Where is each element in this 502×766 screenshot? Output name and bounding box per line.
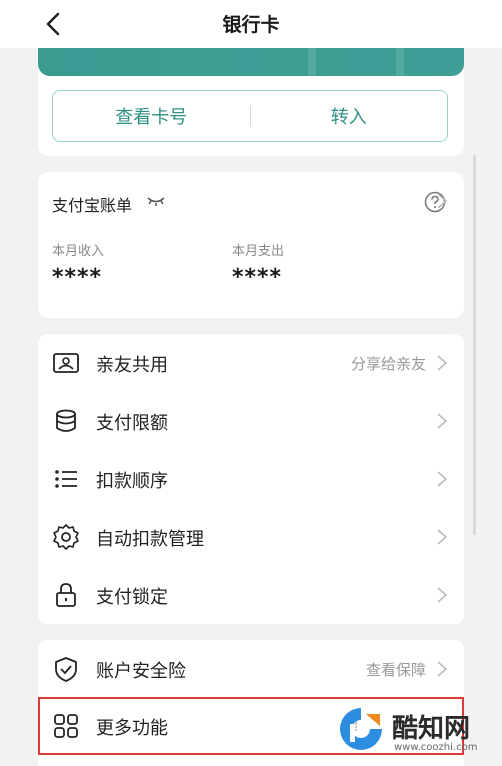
database-icon bbox=[56, 409, 76, 432]
menu-label: 支付锁定 bbox=[96, 587, 168, 608]
bill-title: 支付宝账单 bbox=[52, 196, 133, 215]
settings-group-1: 亲友共用 分享给亲友 支付限额 扣款顺序 自动扣款管理 支付锁定 bbox=[38, 334, 464, 624]
income-value: **** bbox=[52, 265, 103, 290]
menu-label: 亲友共用 bbox=[96, 355, 168, 376]
menu-label: 自动扣款管理 bbox=[96, 529, 204, 550]
watermark-brand: 酷知网 bbox=[392, 714, 471, 744]
transfer-in-button[interactable]: 转入 bbox=[251, 103, 448, 129]
chevron-right-icon bbox=[437, 193, 448, 209]
chevron-right-icon bbox=[437, 413, 448, 429]
card-action-box: 查看卡号 转入 bbox=[52, 90, 448, 142]
lock-icon bbox=[56, 583, 76, 607]
grid-icon bbox=[54, 714, 78, 738]
bank-card-strip bbox=[38, 48, 464, 76]
scrollbar[interactable] bbox=[473, 155, 476, 535]
menu-label: 账户安全险 bbox=[96, 661, 186, 682]
menu-item-auto-deduction[interactable]: 自动扣款管理 bbox=[38, 508, 464, 566]
id-card-icon bbox=[53, 353, 79, 373]
menu-item-family-share[interactable]: 亲友共用 分享给亲友 bbox=[38, 334, 464, 392]
chevron-right-icon bbox=[437, 587, 448, 603]
top-bar: 银行卡 bbox=[0, 0, 502, 48]
gear-icon bbox=[53, 524, 79, 550]
list-icon bbox=[55, 470, 77, 488]
eye-closed-icon[interactable] bbox=[146, 194, 166, 208]
alipay-bill-card[interactable]: 支付宝账单 本月收入 **** 本月支出 **** bbox=[38, 172, 464, 318]
menu-item-deduction-order[interactable]: 扣款顺序 bbox=[38, 450, 464, 508]
shield-icon bbox=[55, 657, 77, 682]
menu-hint: 分享给亲友 bbox=[350, 355, 426, 373]
menu-item-account-insurance[interactable]: 账户安全险 查看保障 bbox=[38, 640, 464, 698]
menu-label: 扣款顺序 bbox=[96, 471, 168, 492]
bank-card-panel: 查看卡号 转入 bbox=[38, 48, 464, 156]
menu-item-payment-lock[interactable]: 支付锁定 bbox=[38, 566, 464, 624]
expense-value: **** bbox=[232, 265, 283, 290]
view-card-number-button[interactable]: 查看卡号 bbox=[53, 103, 250, 129]
watermark-url: www.coozhi.com bbox=[394, 742, 478, 753]
watermark: 酷知网 www.coozhi.com bbox=[336, 694, 496, 760]
chevron-right-icon bbox=[437, 529, 448, 545]
menu-label: 更多功能 bbox=[96, 718, 168, 739]
menu-item-payment-limit[interactable]: 支付限额 bbox=[38, 392, 464, 450]
income-label: 本月收入 bbox=[52, 244, 105, 259]
card-decoration bbox=[308, 48, 404, 76]
chevron-right-icon bbox=[437, 661, 448, 677]
chevron-right-icon bbox=[437, 471, 448, 487]
menu-label: 支付限额 bbox=[96, 413, 168, 434]
menu-hint: 查看保障 bbox=[365, 661, 426, 679]
chevron-right-icon bbox=[437, 355, 448, 371]
page-title: 银行卡 bbox=[222, 14, 280, 36]
coozhi-logo-icon bbox=[340, 708, 382, 750]
expense-label: 本月支出 bbox=[232, 244, 285, 259]
